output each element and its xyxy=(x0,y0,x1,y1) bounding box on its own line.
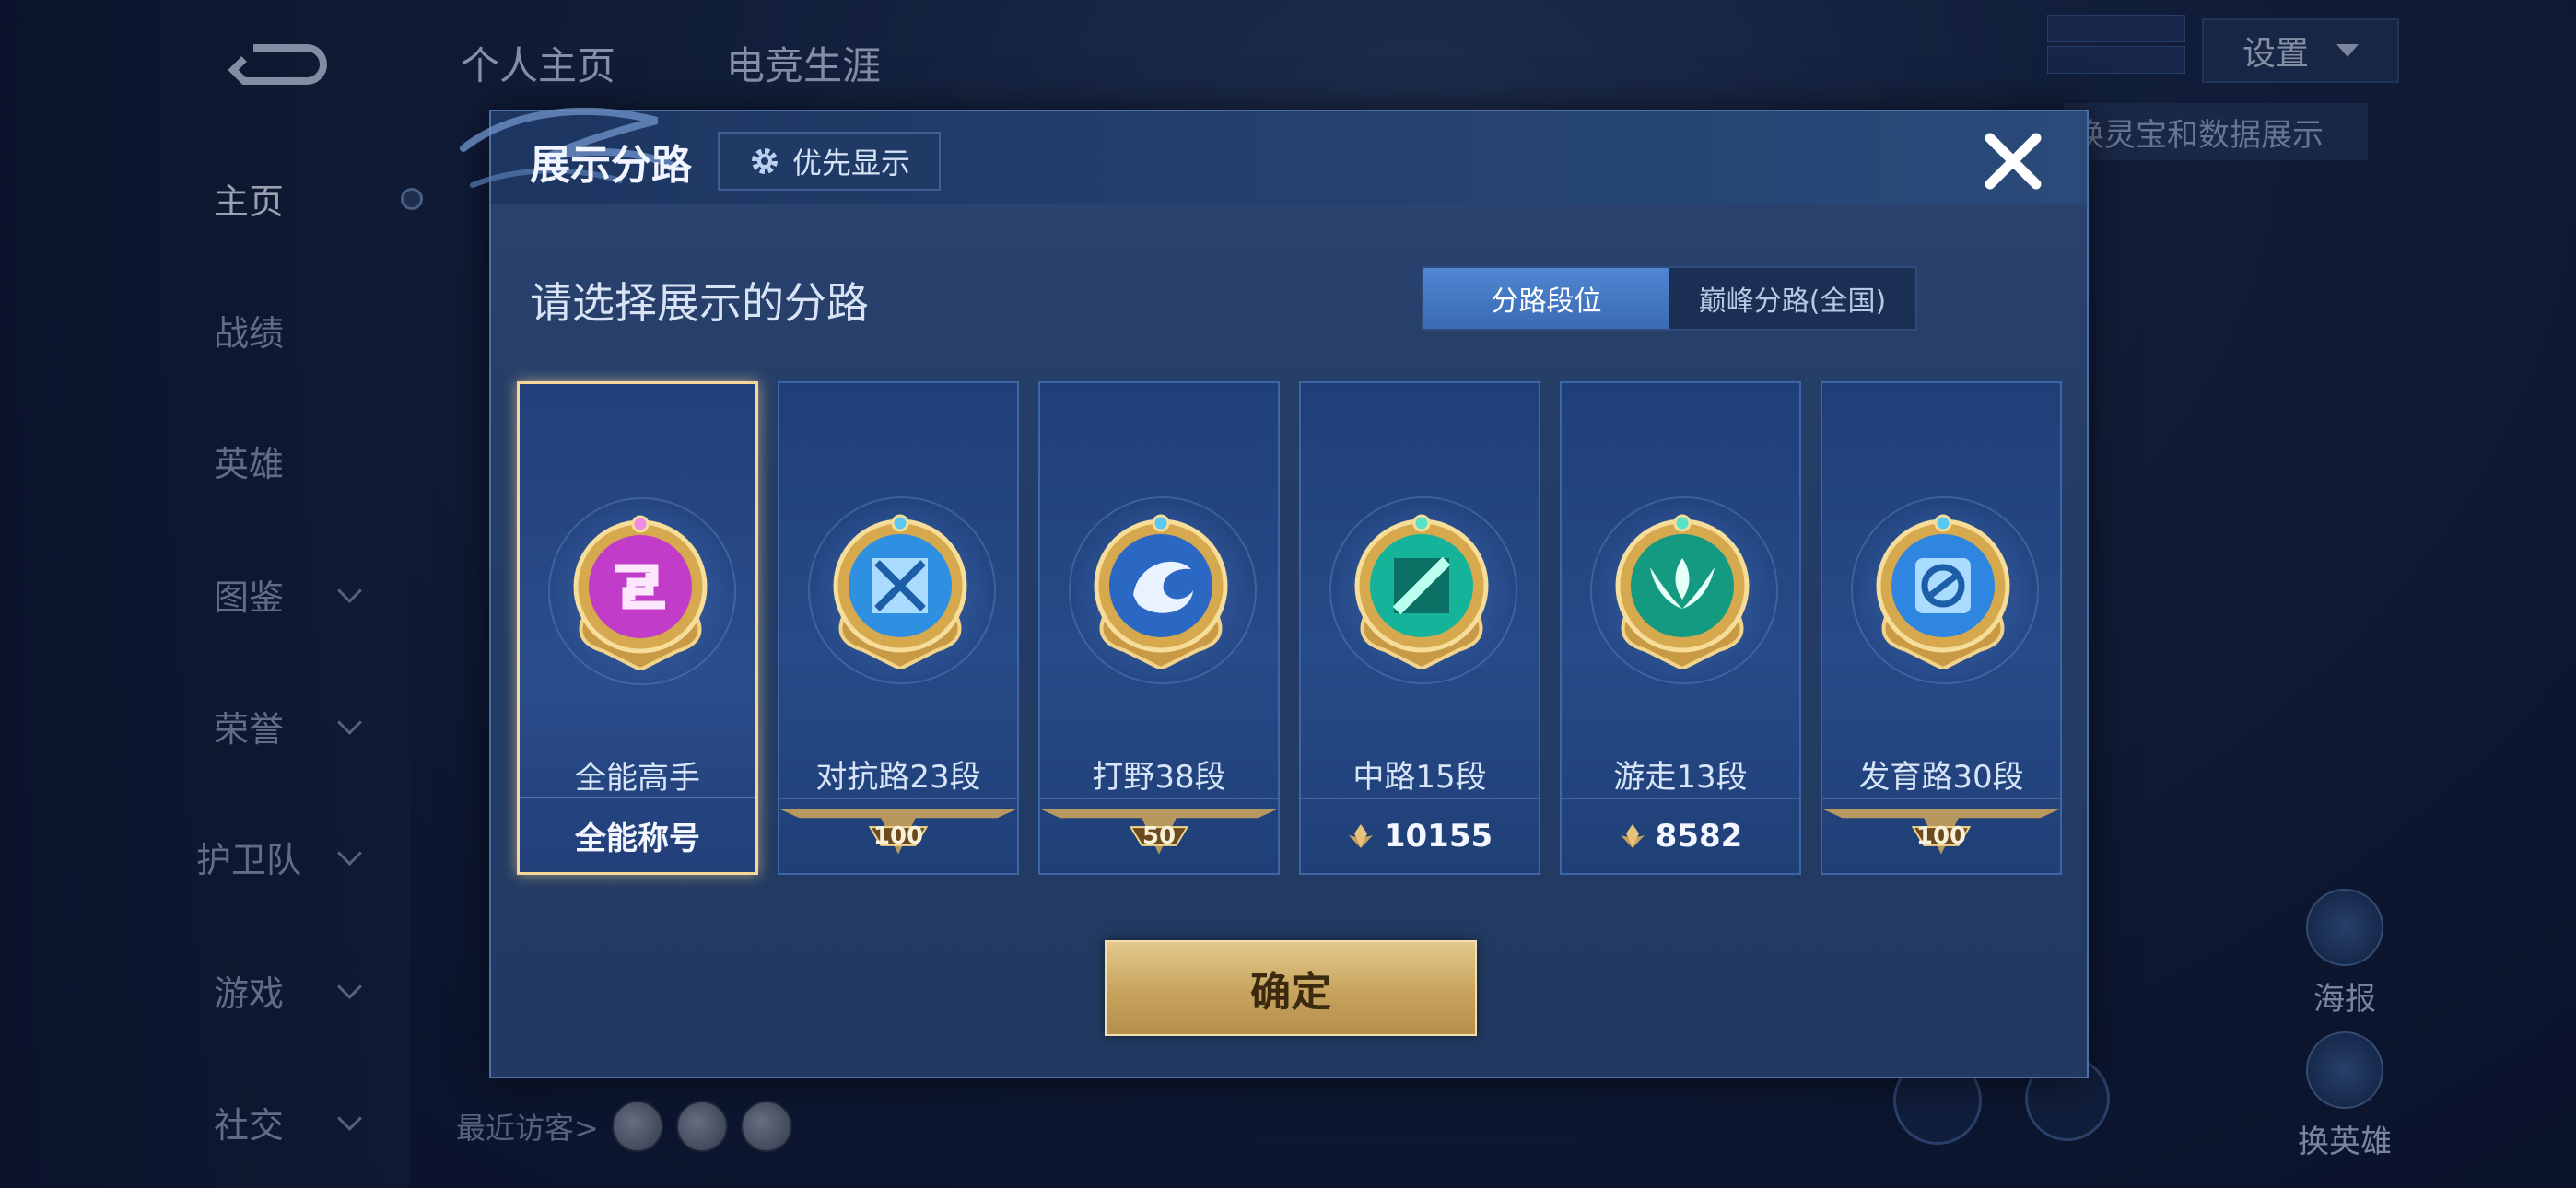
lane-footer: 100 xyxy=(1822,798,2060,873)
lane-footer: 100 xyxy=(779,798,1017,873)
lane-card-farm[interactable]: 发育路30段 100 xyxy=(1821,381,2062,875)
peak-score-icon xyxy=(1620,824,1645,848)
lane-card-mid[interactable]: 中路15段 10155 xyxy=(1299,381,1540,875)
lane-card-allround[interactable]: 全能高手 全能称号 xyxy=(517,381,758,875)
mid-lane-icon xyxy=(1354,514,1489,669)
lane-footer: 全能称号 xyxy=(520,797,755,872)
lane-name: 中路15段 xyxy=(1352,759,1487,796)
priority-display-button[interactable]: 优先显示 xyxy=(718,132,941,191)
lane-footer: 50 xyxy=(1040,798,1278,873)
dialog-title: 展示分路 xyxy=(530,142,692,189)
lane-name: 游走13段 xyxy=(1613,759,1748,796)
roam-icon xyxy=(1615,514,1750,669)
tab-lane-rank[interactable]: 分路段位 xyxy=(1423,268,1669,329)
allround-icon xyxy=(573,515,708,670)
farm-lane-icon xyxy=(1876,514,2010,669)
segment-control: 分路段位 巅峰分路(全国) xyxy=(1422,266,1917,331)
lane-card-roam[interactable]: 游走13段 8582 xyxy=(1560,381,1801,875)
lane-card-list: 全能高手 全能称号 对抗路23段 100 打野38段 50 中路15段 1015… xyxy=(517,381,2065,877)
lane-card-clash[interactable]: 对抗路23段 100 xyxy=(778,381,1019,875)
lane-name: 发育路30段 xyxy=(1858,759,2024,796)
lane-footer: 8582 xyxy=(1562,798,1799,873)
lane-card-jungle[interactable]: 打野38段 50 xyxy=(1038,381,1280,875)
dialog-subtitle: 请选择展示的分路 xyxy=(530,278,869,328)
clash-lane-icon xyxy=(833,514,967,669)
tab-peak-lane[interactable]: 巅峰分路(全国) xyxy=(1669,268,1915,329)
lane-display-dialog: 展示分路 优先显示 请选择展示的分路 分路段位 巅峰分路(全国) 全能高手 全能… xyxy=(460,108,2089,1078)
rank-value: 100 xyxy=(872,822,924,850)
lane-footer: 10155 xyxy=(1301,798,1539,873)
peak-score: 8582 xyxy=(1655,818,1743,855)
peak-score-icon xyxy=(1348,824,1373,848)
confirm-button[interactable]: 确定 xyxy=(1105,940,1477,1036)
rank-value: 50 xyxy=(1142,822,1177,850)
rank-value: 100 xyxy=(1915,822,1967,850)
lane-name: 全能高手 xyxy=(575,760,700,797)
peak-score: 10155 xyxy=(1383,818,1493,855)
gear-icon xyxy=(751,148,778,174)
jungle-icon xyxy=(1094,514,1228,669)
lane-name: 对抗路23段 xyxy=(815,759,981,796)
close-icon xyxy=(1985,133,2042,190)
close-button[interactable] xyxy=(1978,126,2048,196)
lane-name: 打野38段 xyxy=(1092,759,1226,796)
